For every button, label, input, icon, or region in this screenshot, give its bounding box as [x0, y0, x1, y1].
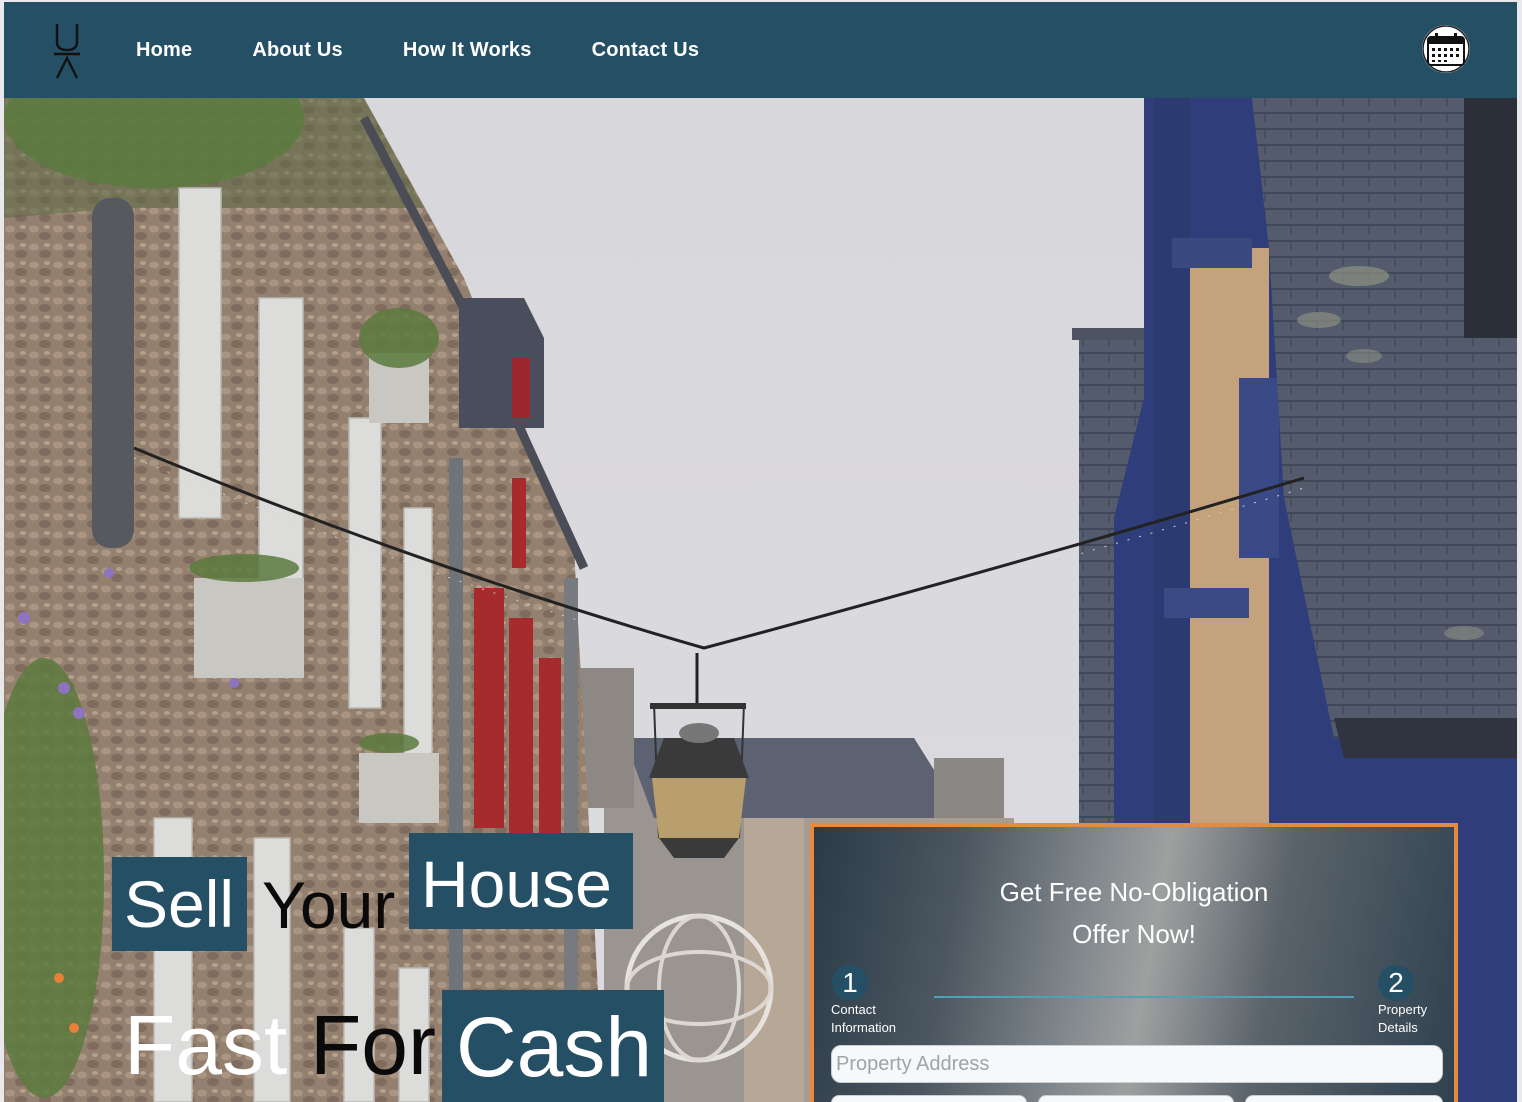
hero-section: Sell Your House Fast For Cash Get Free N… [4, 98, 1517, 1102]
headline-word-cash: Cash [442, 990, 664, 1102]
step-2-label-line2: Details [1378, 1020, 1418, 1035]
step-1-label-line1: Contact [831, 1002, 876, 1017]
nav-link-how-it-works[interactable]: How It Works [403, 39, 532, 62]
step-2-label-line1: Property [1378, 1002, 1428, 1017]
top-navigation: Home About Us How It Works Contact Us [4, 2, 1517, 98]
headline-word-your: Your [262, 868, 396, 942]
nav-link-contact-us[interactable]: Contact Us [592, 39, 700, 62]
nav-link-about-us[interactable]: About Us [252, 39, 342, 62]
offer-form-card: Get Free No-Obligation Offer Now! 1 Cont… [810, 823, 1458, 1102]
form-field-2[interactable] [1038, 1095, 1234, 1102]
step-progress-line [934, 996, 1354, 998]
step-1-indicator[interactable]: 1 [832, 965, 868, 1001]
headline-word-sell: Sell [112, 857, 247, 951]
property-address-input[interactable] [831, 1045, 1443, 1083]
step-1-label-line2: Information [831, 1020, 897, 1035]
calendar-icon[interactable] [1422, 25, 1470, 73]
offer-form-title-line2: Offer Now! [1072, 919, 1196, 949]
page-frame: Home About Us How It Works Contact Us Se… [4, 2, 1517, 1102]
headline-word-house: House [409, 833, 633, 929]
form-field-3[interactable] [1245, 1095, 1443, 1102]
logo-icon[interactable] [52, 20, 82, 82]
step-2-indicator[interactable]: 2 [1378, 965, 1414, 1001]
nav-links: Home About Us How It Works Contact Us [136, 2, 759, 98]
headline-word-fast: Fast [124, 998, 288, 1092]
nav-link-home[interactable]: Home [136, 39, 192, 62]
form-field-1[interactable] [831, 1095, 1027, 1102]
step-2-label: Property Details [1378, 1001, 1448, 1037]
offer-form-title-line1: Get Free No-Obligation [999, 877, 1269, 907]
headline-word-for: For [310, 998, 436, 1092]
offer-form-title: Get Free No-Obligation Offer Now! [814, 871, 1454, 955]
step-1-label: Contact Information [831, 1001, 921, 1037]
